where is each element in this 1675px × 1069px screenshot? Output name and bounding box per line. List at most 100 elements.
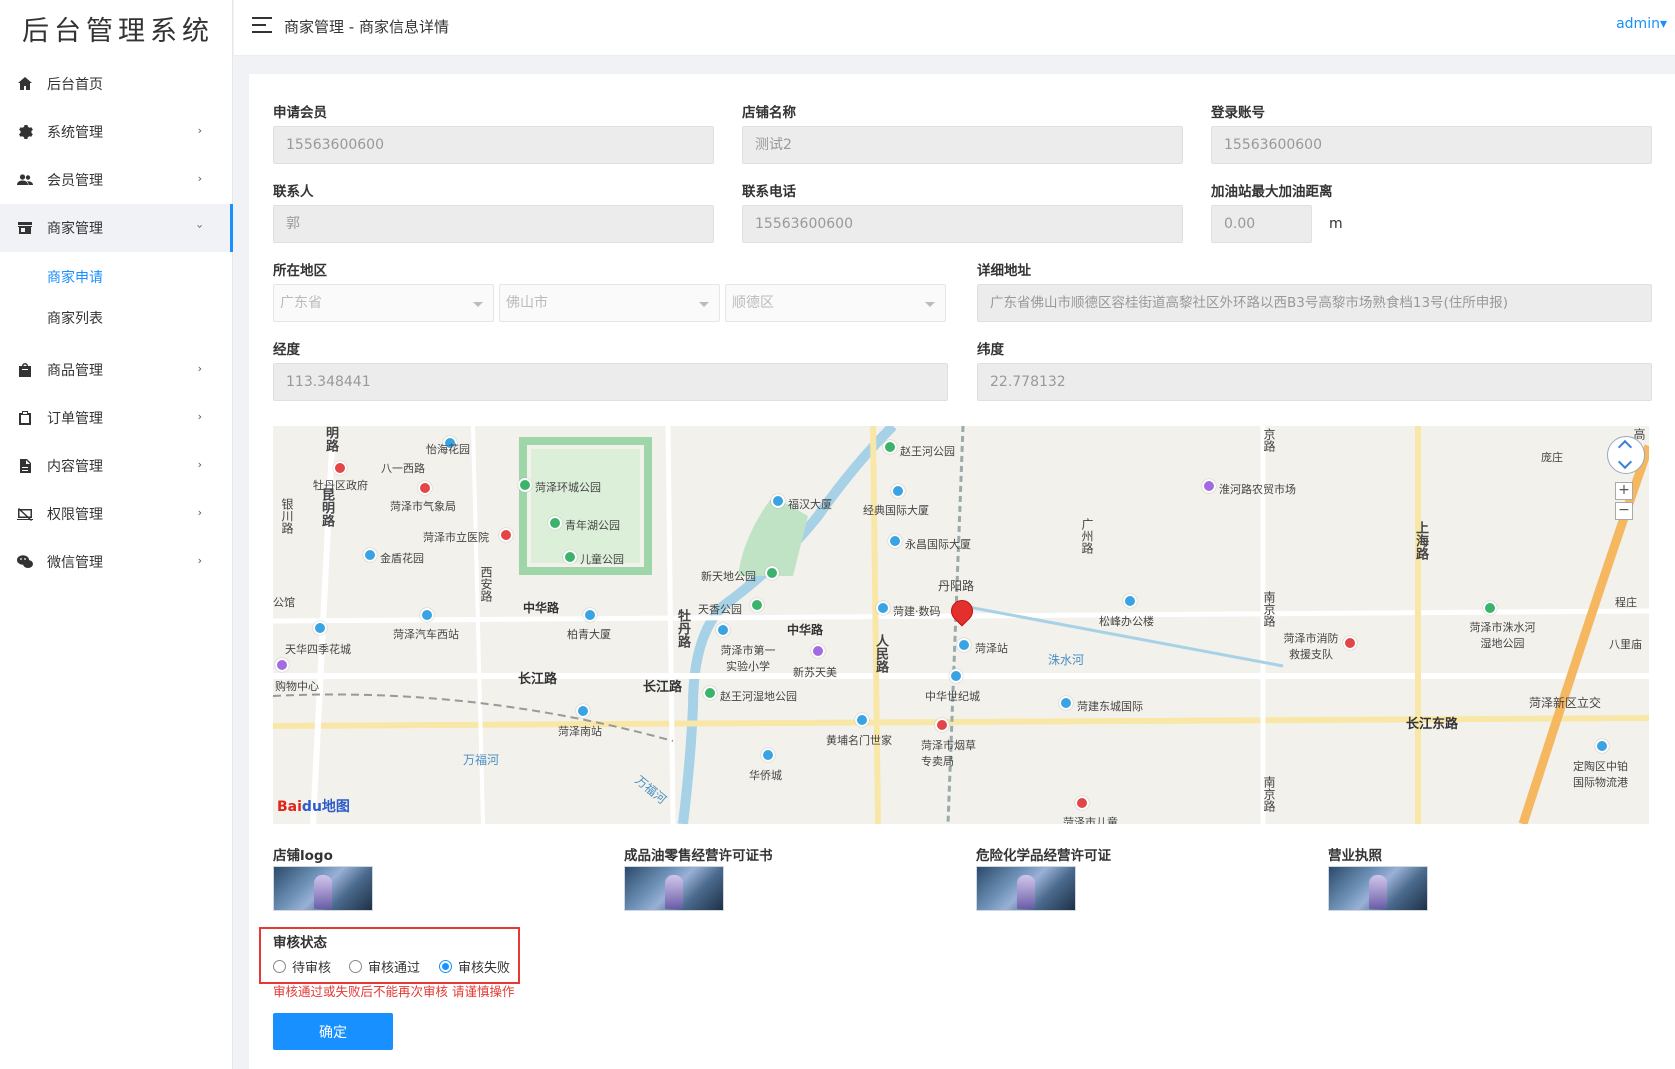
chevron-right-icon: › (197, 506, 202, 519)
chevron-down-icon (925, 302, 935, 307)
max-distance-field[interactable]: 0.00 (1211, 205, 1312, 243)
radio-dot[interactable] (439, 960, 452, 973)
map-poi-icon (1595, 739, 1609, 753)
map-poi-icon (1483, 601, 1497, 615)
radio-dot[interactable] (349, 960, 362, 973)
store-logo-image[interactable] (273, 866, 373, 911)
phone-label: 联系电话 (742, 184, 796, 200)
map-label: 福汉大厦 (788, 498, 832, 511)
applicant-label: 申请会员 (273, 105, 327, 121)
store-name-field[interactable]: 测试2 (742, 126, 1183, 164)
applicant-field[interactable]: 15563600600 (273, 126, 714, 164)
zoom-in-button[interactable]: + (1615, 482, 1633, 500)
district-value: 顺德区 (732, 295, 774, 311)
chevron-down-icon: › (193, 224, 207, 229)
radio-pending[interactable]: 待审核 (273, 957, 331, 976)
chevron-down-icon (699, 302, 709, 307)
sidebar-item-home[interactable]: 后台首页 (0, 60, 232, 108)
chevron-right-icon: › (197, 554, 202, 567)
sidebar-item-members[interactable]: 会员管理 › (0, 156, 232, 204)
sidebar-item-label: 订单管理 (47, 411, 103, 427)
sidebar-item-orders[interactable]: 订单管理 › (0, 394, 232, 442)
max-distance-unit: m (1329, 216, 1343, 232)
map-poi-icon (548, 516, 562, 530)
map-label: 定陶区中铂国际物流港 (1573, 760, 1628, 789)
map-label: 广州路 (1080, 518, 1094, 554)
confirm-button[interactable]: 确定 (273, 1013, 393, 1050)
map-label: 明路 (323, 426, 338, 452)
map-poi-icon (363, 548, 377, 562)
home-icon (16, 75, 34, 93)
sidebar-item-label: 商品管理 (47, 363, 103, 379)
sidebar-item-wechat[interactable]: 微信管理 › (0, 538, 232, 586)
map-poi-icon (765, 566, 779, 580)
map-logo-tail: du地图 (301, 799, 350, 815)
map-poi-icon (563, 550, 577, 564)
city-select[interactable]: 佛山市 (499, 284, 720, 322)
map-poi-icon (891, 484, 905, 498)
sidebar-item-label: 内容管理 (47, 459, 103, 475)
sidebar-item-content[interactable]: 内容管理 › (0, 442, 232, 490)
latitude-field[interactable]: 22.778132 (977, 363, 1652, 401)
map-poi-icon (1059, 696, 1073, 710)
user-menu[interactable]: admin▾ (1616, 16, 1667, 32)
sidebar-subitem-merchant-apply[interactable]: 商家申请 (0, 256, 232, 297)
district-select[interactable]: 顺德区 (725, 284, 946, 322)
map-label: 洙水河 (1048, 653, 1085, 667)
province-select[interactable]: 广东省 (273, 284, 494, 322)
radio-dot[interactable] (273, 960, 286, 973)
radio-label: 审核失败 (458, 961, 511, 976)
map-label: 南京路 (1262, 776, 1276, 812)
map-label: 儿童公园 (580, 553, 624, 566)
longitude-field[interactable]: 113.348441 (273, 363, 948, 401)
map-poi-icon (583, 608, 597, 622)
map-label: 菏泽环城公园 (535, 481, 601, 494)
address-field[interactable]: 广东省佛山市顺德区容桂街道高黎社区外环路以西B3号高黎市场熟食档13号(住所申报… (977, 284, 1652, 322)
user-name: admin (1616, 16, 1660, 32)
map-poi-icon (811, 644, 825, 658)
contact-field[interactable]: 郭 (273, 205, 714, 243)
contact-label: 联系人 (273, 184, 314, 200)
map-poi-icon (1343, 636, 1357, 650)
map-label: 赵王河湿地公园 (720, 690, 797, 703)
map-label: 菏建·数码 (893, 605, 941, 618)
sidebar-subitem-merchant-list[interactable]: 商家列表 (0, 297, 232, 338)
map-label: 菏泽市消防救援支队 (1283, 632, 1339, 661)
map-label: 西安路 (479, 566, 493, 602)
sidebar-item-system[interactable]: 系统管理 › (0, 108, 232, 156)
map-label: 中华路 (787, 623, 824, 637)
map-label: 长江东路 (1406, 717, 1459, 732)
oil-license-image[interactable] (624, 866, 724, 911)
zoom-out-button[interactable]: − (1615, 502, 1633, 520)
clipboard-icon (16, 409, 34, 427)
map-label: 赵王河公园 (900, 445, 955, 458)
sidebar-item-goods[interactable]: 商品管理 › (0, 346, 232, 394)
radio-approved[interactable]: 审核通过 (349, 957, 420, 976)
map-logo-text: Bai (277, 799, 302, 815)
map-poi-icon (883, 440, 897, 454)
map-label: 长江路 (643, 680, 683, 695)
hamburger-menu-icon[interactable] (252, 17, 272, 33)
location-map[interactable]: 怡海花园 八一西路 牡丹区政府 菏泽市气象局 菏泽环城公园 青年湖公园 菏泽市立… (273, 426, 1649, 824)
app-logo: 后台管理系统 (22, 15, 214, 47)
sidebar-item-permissions[interactable]: 权限管理 › (0, 490, 232, 538)
map-label: 黄埔名门世家 (826, 734, 892, 747)
map-poi-icon (576, 704, 590, 718)
sidebar-item-merchants[interactable]: 商家管理 › (0, 204, 233, 252)
map-label: 柏青大厦 (567, 628, 611, 641)
login-account-field[interactable]: 15563600600 (1211, 126, 1652, 164)
oil-license-label: 成品油零售经营许可证书 (624, 848, 773, 864)
max-distance-label: 加油站最大加油距离 (1211, 184, 1333, 200)
map-label: 中华路 (523, 601, 560, 615)
map-logo: Baidu地图 (277, 796, 350, 816)
radio-rejected[interactable]: 审核失败 (439, 957, 510, 976)
map-pan-control[interactable] (1607, 436, 1645, 474)
business-license-image[interactable] (1328, 866, 1428, 911)
chevron-right-icon: › (197, 410, 202, 423)
hazmat-license-label: 危险化学品经营许可证 (976, 848, 1111, 864)
chevron-right-icon: › (197, 172, 202, 185)
hazmat-license-image[interactable] (976, 866, 1076, 911)
map-label: 菏泽市第一实验小学 (720, 644, 776, 673)
users-icon (16, 171, 34, 189)
phone-field[interactable]: 15563600600 (742, 205, 1183, 243)
